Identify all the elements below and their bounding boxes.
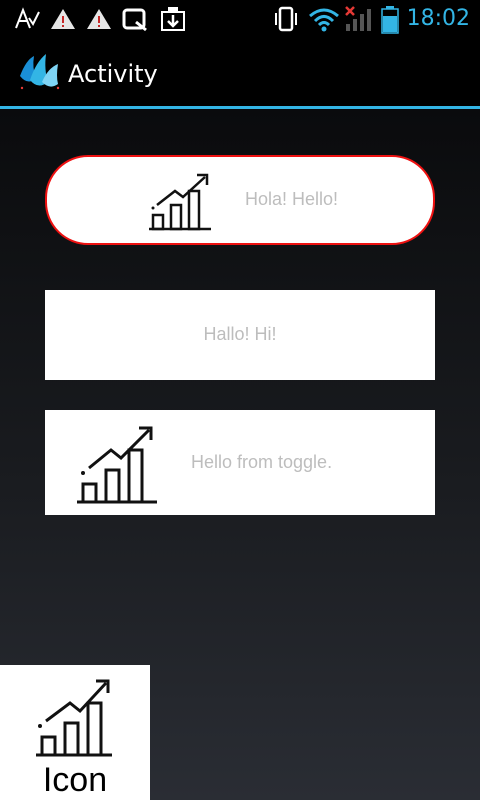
hallo-hi-button[interactable]: Hallo! Hi!	[45, 290, 435, 380]
action-bar: Activity	[0, 38, 480, 109]
growth-chart-icon	[147, 165, 215, 233]
status-time: 18:02	[406, 6, 470, 31]
signal-no-service-icon	[344, 6, 374, 32]
spellcheck-icon	[14, 6, 40, 32]
icon-tile-label: Icon	[42, 761, 108, 799]
app-logo-icon[interactable]	[18, 52, 62, 92]
warning-icon	[86, 6, 112, 32]
battery-icon	[380, 6, 400, 34]
warning-icon	[50, 6, 76, 32]
toggle-label: Hello from toggle.	[191, 452, 333, 472]
content-area: Hola! Hello! Hallo! Hi! Hello from toggl…	[0, 109, 480, 800]
status-bar: 18:02	[0, 0, 480, 38]
growth-chart-icon	[36, 673, 116, 759]
icon-tile[interactable]: Icon	[0, 665, 150, 800]
wifi-icon	[308, 6, 340, 32]
download-icon	[160, 6, 186, 32]
page-title: Activity	[68, 60, 158, 88]
vibrate-icon	[273, 6, 299, 32]
hola-hello-button[interactable]: Hola! Hello!	[45, 155, 435, 245]
growth-chart-icon	[75, 418, 159, 506]
q-app-icon	[122, 6, 148, 32]
hallo-hi-label: Hallo! Hi!	[203, 324, 277, 344]
toggle-button[interactable]: Hello from toggle.	[45, 410, 435, 515]
hola-hello-label: Hola! Hello!	[245, 189, 339, 209]
